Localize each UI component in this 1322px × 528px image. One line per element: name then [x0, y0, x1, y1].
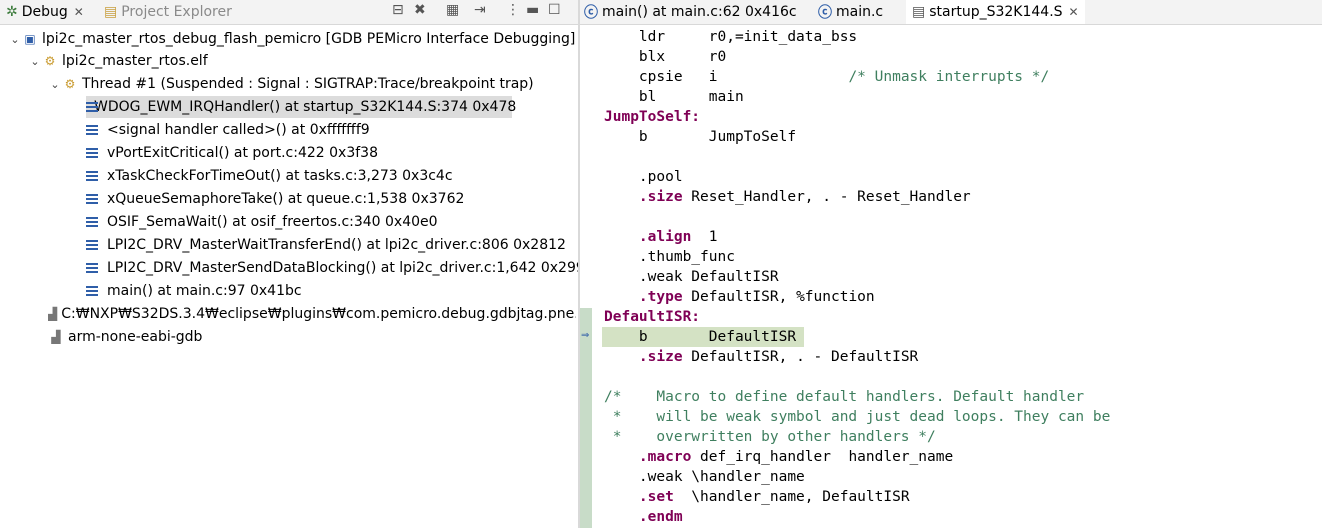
code-line: ldr r0,=init_data_bss	[604, 29, 858, 45]
stack-frame-icon	[86, 193, 99, 205]
tree-node-gdb[interactable]: ▟ arm-none-eabi-gdb	[48, 326, 202, 348]
tab-main-c[interactable]: ⓒ main.c	[818, 0, 883, 24]
code-line: .endm	[604, 509, 683, 525]
stack-frame-icon	[86, 285, 99, 297]
code-line: b JumpToSelf	[604, 129, 797, 145]
code-line: .type DefaultISR, %function	[604, 289, 875, 305]
code-line: .align 1	[604, 229, 718, 245]
tab-main-frame[interactable]: ⓒ main() at main.c:62 0x416c	[584, 0, 797, 24]
process-icon: ▟	[48, 307, 58, 321]
process-icon: ▟	[51, 330, 61, 344]
code-line: .weak \handler_name	[604, 469, 805, 485]
remove-terminated-icon[interactable]: ✖	[414, 2, 426, 18]
code-line: * overwritten by other handlers */	[604, 429, 936, 445]
tab-debug[interactable]: ✲ Debug ✕	[6, 0, 84, 24]
c-file-icon: ⓒ	[584, 5, 598, 21]
maximize-icon[interactable]: ☐	[548, 2, 561, 18]
code-line: bl main	[604, 89, 744, 105]
instruction-pointer-icon: ⇒	[581, 330, 590, 341]
tree-node-gdb-server[interactable]: ▟ C:₩NXP₩S32DS.3.4₩eclipse₩plugins₩com.p…	[48, 303, 576, 325]
code-line: .size DefaultISR, . - DefaultISR	[604, 349, 919, 365]
tree-node-process[interactable]: ⌄ ⚙ lpi2c_master_rtos.elf	[28, 50, 207, 72]
debug-options-icon[interactable]: ▦	[446, 2, 459, 18]
code-line: * will be weak symbol and just dead loop…	[604, 409, 1111, 425]
code-line: blx r0	[604, 49, 727, 65]
collapse-all-icon[interactable]: ⊟	[392, 2, 404, 18]
stack-frame-icon	[86, 239, 99, 251]
code-line: DefaultISR:	[604, 309, 701, 325]
stack-frame-icon	[86, 216, 99, 228]
tree-node-launch[interactable]: ⌄ ▣ lpi2c_master_rtos_debug_flash_pemicr…	[8, 28, 575, 50]
stack-frame-row[interactable]: <signal handler called>() at 0xfffffff9	[86, 119, 370, 141]
close-icon[interactable]: ✕	[1069, 5, 1079, 19]
c-file-icon: ⓒ	[818, 5, 832, 21]
thread-icon: ⚙	[64, 77, 76, 91]
code-editor[interactable]: ⇒ ldr r0,=init_data_bss blx r0 cpsie i /…	[580, 25, 1322, 528]
code-line: /* Macro to define default handlers. Def…	[604, 389, 1085, 405]
code-line: .macro def_irq_handler handler_name	[604, 449, 954, 465]
editor-gutter[interactable]: ⇒	[580, 25, 592, 528]
stack-frame-row[interactable]: main() at main.c:97 0x41bc	[86, 280, 302, 302]
debug-view-tabbar: ✲ Debug ✕ ▤ Project Explorer ⊟ ✖ ▦ ⇥ ⋮ ▬…	[0, 0, 578, 25]
elf-process-icon: ⚙	[44, 54, 56, 68]
change-marker	[580, 308, 592, 528]
view-menu-icon[interactable]: ⋮	[506, 2, 520, 18]
stack-frame-row[interactable]: xTaskCheckForTimeOut() at tasks.c:3,273 …	[86, 165, 453, 187]
folder-icon: ▤	[104, 4, 118, 20]
stack-frame-row[interactable]: LPI2C_DRV_MasterWaitTransferEnd() at lpi…	[86, 234, 566, 256]
code-line: .set \handler_name, DefaultISR	[604, 489, 910, 505]
stack-frame-row[interactable]: OSIF_SemaWait() at osif_freertos.c:340 0…	[86, 211, 438, 233]
minimize-icon[interactable]: ▬	[526, 2, 539, 18]
chevron-down-icon[interactable]: ⌄	[8, 33, 22, 46]
stack-frame-row[interactable]: LPI2C_DRV_MasterSendDataBlocking() at lp…	[86, 257, 594, 279]
code-line: .size Reset_Handler, . - Reset_Handler	[604, 189, 971, 205]
chevron-down-icon[interactable]: ⌄	[48, 78, 62, 91]
stack-frame-icon	[86, 124, 99, 136]
step-into-icon[interactable]: ⇥	[474, 2, 486, 18]
bug-icon: ✲	[6, 4, 18, 20]
stack-frame-icon	[86, 147, 99, 159]
code-line: .thumb_func	[604, 249, 735, 265]
code-line: .weak DefaultISR	[604, 269, 779, 285]
stack-frame-row[interactable]: vPortExitCritical() at port.c:422 0x3f38	[86, 142, 378, 164]
debug-view: ✲ Debug ✕ ▤ Project Explorer ⊟ ✖ ▦ ⇥ ⋮ ▬…	[0, 0, 594, 528]
chevron-down-icon[interactable]: ⌄	[28, 55, 42, 68]
code-line: JumpToSelf:	[604, 109, 701, 125]
tab-startup-s[interactable]: ▤ startup_S32K144.S ✕	[906, 0, 1085, 24]
close-icon[interactable]: ✕	[74, 5, 84, 19]
tree-node-thread[interactable]: ⌄ ⚙ Thread #1 (Suspended : Signal : SIGT…	[48, 73, 533, 95]
current-instruction-line: b DefaultISR	[602, 327, 804, 347]
editor-area: ⓒ main() at main.c:62 0x416c ⓒ main.c ▤ …	[580, 0, 1322, 528]
code-line: cpsie i /* Unmask interrupts */	[604, 69, 1050, 85]
stack-frame-row[interactable]: WDOG_EWM_IRQHandler() at startup_S32K144…	[86, 96, 516, 118]
launch-icon: ▣	[24, 32, 36, 46]
tab-project-explorer[interactable]: ▤ Project Explorer	[104, 0, 232, 24]
code-line: .pool	[604, 169, 683, 185]
stack-frame-row[interactable]: xQueueSemaphoreTake() at queue.c:1,538 0…	[86, 188, 464, 210]
stack-frame-icon	[86, 262, 99, 274]
stack-frame-icon	[86, 170, 99, 182]
asm-file-icon: ▤	[912, 4, 926, 20]
editor-tabbar: ⓒ main() at main.c:62 0x416c ⓒ main.c ▤ …	[580, 0, 1322, 25]
